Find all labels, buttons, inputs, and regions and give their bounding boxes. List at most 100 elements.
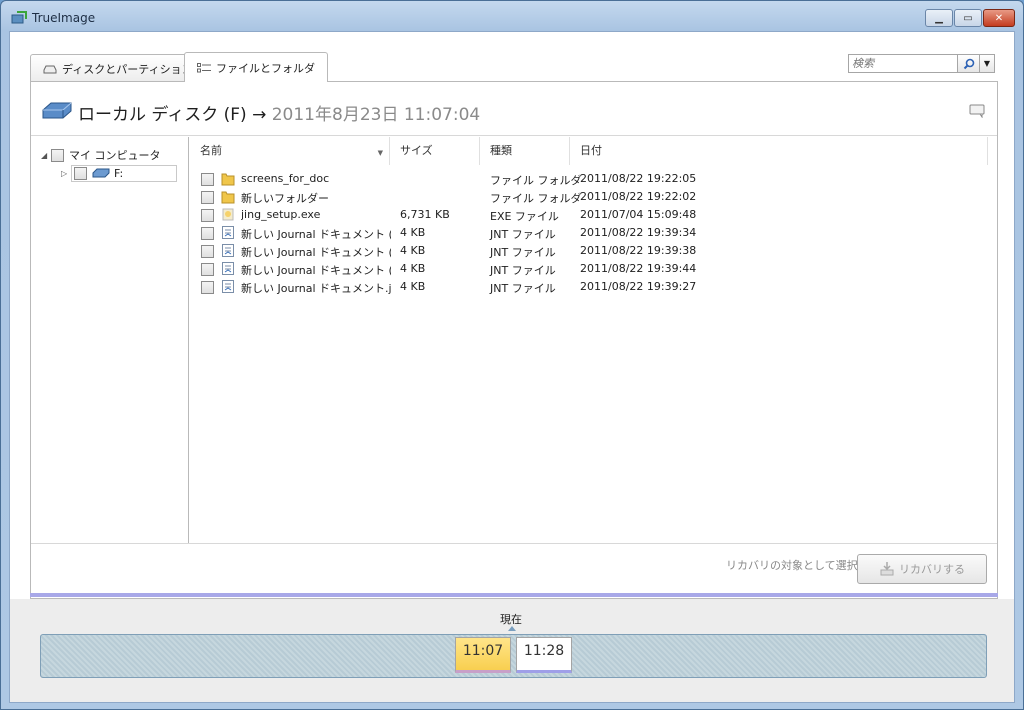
column-label: サイズ <box>400 144 433 157</box>
file-type: ファイル フォルダ <box>490 192 582 205</box>
folder-tree: ◢ マイ コンピュータ ▷ F: <box>31 137 189 543</box>
client-area: ディスクとパーティション ファイルとフォルダ ▼ <box>9 31 1015 703</box>
table-row[interactable]: 新しい Journal ドキュメント (... 4 KB JNT ファイル 2011/… <box>190 224 990 242</box>
location-header: ローカル ディスク (F) → 2011年8月23日 11:07:04 <box>31 82 997 136</box>
row-checkbox[interactable] <box>201 173 214 186</box>
app-window: TrueImage ▁ ▭ ✕ ディスクとパーティション ファイルとフォルダ 検… <box>0 0 1024 710</box>
tree-item-label: F: <box>114 166 124 180</box>
row-checkbox[interactable] <box>201 263 214 276</box>
journal-icon <box>221 243 235 258</box>
trueimage-app-icon <box>11 11 27 24</box>
window-title: TrueImage <box>32 11 96 25</box>
now-marker-icon <box>508 626 516 631</box>
table-row[interactable]: screens_for_doc ファイル フォルダ 2011/08/22 19:22… <box>190 170 990 188</box>
title-bar[interactable]: TrueImage ▁ ▭ ✕ <box>1 1 1023 31</box>
tab-disks-partitions[interactable]: ディスクとパーティション <box>30 54 206 82</box>
column-header-date[interactable]: 日付 <box>570 137 988 165</box>
close-icon: ✕ <box>994 12 1004 24</box>
file-size: 6,731 KB <box>400 208 450 221</box>
file-name: jing_setup.exe <box>241 208 321 221</box>
chevron-down-icon: ▼ <box>983 59 991 68</box>
timeline-bar[interactable]: 11:07 11:28 <box>40 634 987 678</box>
column-label: 種類 <box>490 144 512 157</box>
file-list-tab-icon <box>197 62 211 72</box>
search-input[interactable] <box>848 54 958 73</box>
location-path: ローカル ディスク (F) → 2011年8月23日 11:07:04 <box>78 100 480 125</box>
tab-label: ディスクとパーティション <box>62 62 193 76</box>
timeline-slot-selected[interactable]: 11:07 <box>455 637 511 673</box>
file-size: 4 KB <box>400 280 426 293</box>
file-name: 新しい Journal ドキュメント (... <box>241 246 391 259</box>
journal-icon <box>221 225 235 240</box>
column-header-type[interactable]: 種類 <box>480 137 570 165</box>
browse-panel: ローカル ディスク (F) → 2011年8月23日 11:07:04 ◢ マイ… <box>30 81 998 599</box>
now-label: 現在 <box>500 613 522 626</box>
table-row[interactable]: 新しい Journal ドキュメント (... 4 KB JNT ファイル 2011/… <box>190 260 990 278</box>
tab-files-folders[interactable]: ファイルとフォルダ <box>184 52 328 82</box>
drive-icon <box>92 168 110 178</box>
collapsed-arrow-icon[interactable]: ▷ <box>61 169 71 178</box>
drive-f-selection[interactable]: F: <box>71 164 177 182</box>
my-computer-checkbox[interactable] <box>51 148 64 162</box>
file-name: 新しい Journal ドキュメント (... <box>241 264 391 277</box>
tree-item-my-computer[interactable]: ◢ マイ コンピュータ <box>41 147 161 163</box>
tree-item-label: マイ コンピュータ <box>69 149 161 162</box>
table-row[interactable]: 新しい Journal ドキュメント (... 4 KB JNT ファイル 2011/… <box>190 242 990 260</box>
row-checkbox[interactable] <box>201 209 214 222</box>
timeline-slot[interactable]: 11:28 <box>516 637 572 673</box>
file-date: 2011/07/04 15:09:48 <box>580 208 697 221</box>
row-checkbox[interactable] <box>201 227 214 240</box>
column-header-name[interactable]: 名前 ▼ <box>190 137 390 165</box>
comment-icon[interactable] <box>969 104 985 118</box>
table-row[interactable]: 新しい Journal ドキュメント.jnt 4 KB JNT ファイル 2011/0… <box>190 278 990 296</box>
tab-label: ファイルとフォルダ <box>216 61 315 75</box>
sort-descending-icon: ▼ <box>377 149 383 157</box>
file-name: 新しい Journal ドキュメント.jnt <box>241 282 391 295</box>
close-button[interactable]: ✕ <box>983 9 1015 27</box>
search-options-dropdown[interactable]: ▼ <box>980 54 995 73</box>
file-date: 2011/08/22 19:39:34 <box>580 226 697 239</box>
row-checkbox[interactable] <box>201 191 214 204</box>
journal-icon <box>221 279 235 294</box>
recovery-footer: リカバリの対象として選択: リカバリする <box>31 543 997 598</box>
exe-icon <box>221 207 235 222</box>
file-type: JNT ファイル <box>490 264 556 277</box>
expanded-arrow-icon[interactable]: ◢ <box>41 151 51 160</box>
table-row[interactable]: jing_setup.exe 6,731 KB EXE ファイル 2011/07/04… <box>190 206 990 224</box>
column-label: 日付 <box>580 144 602 157</box>
file-list: 名前 ▼ サイズ 種類 日付 screens_for_doc ファイル フォルダ 2… <box>190 137 997 543</box>
local-disk-icon <box>42 102 72 119</box>
file-date: 2011/08/22 19:39:44 <box>580 262 697 275</box>
search-box: ▼ <box>848 54 995 73</box>
backup-date: 2011年8月23日 11:07:04 <box>271 105 481 125</box>
file-name: screens_for_doc <box>241 172 330 185</box>
column-header-size[interactable]: サイズ <box>390 137 480 165</box>
row-checkbox[interactable] <box>201 245 214 258</box>
tree-item-drive-f[interactable]: ▷ F: <box>61 164 177 182</box>
file-name: 新しいフォルダー <box>241 192 329 205</box>
file-date: 2011/08/22 19:22:05 <box>580 172 697 185</box>
minimize-icon: ▁ <box>935 12 943 24</box>
recover-icon <box>880 562 894 576</box>
file-name: 新しい Journal ドキュメント (... <box>241 228 391 241</box>
file-type: JNT ファイル <box>490 246 556 259</box>
recover-button-label: リカバリする <box>899 563 965 576</box>
select-for-recovery-label: リカバリの対象として選択: <box>726 559 862 572</box>
disk-name: ローカル ディスク (F) <box>78 105 247 125</box>
panel-accent-line <box>30 593 998 597</box>
timeline-area: 現在 11:07 11:28 <box>10 599 1014 702</box>
maximize-button[interactable]: ▭ <box>954 9 982 27</box>
maximize-icon: ▭ <box>963 12 973 24</box>
row-checkbox[interactable] <box>201 281 214 294</box>
column-label: 名前 <box>200 144 222 157</box>
file-size: 4 KB <box>400 226 426 239</box>
window-controls: ▁ ▭ ✕ <box>924 9 1015 27</box>
table-row[interactable]: 新しいフォルダー ファイル フォルダ 2011/08/22 19:22:02 <box>190 188 990 206</box>
file-type: EXE ファイル <box>490 210 559 223</box>
file-size: 4 KB <box>400 244 426 257</box>
file-type: JNT ファイル <box>490 282 556 295</box>
drive-f-checkbox[interactable] <box>74 166 87 180</box>
recover-button[interactable]: リカバリする <box>857 554 987 584</box>
minimize-button[interactable]: ▁ <box>925 9 953 27</box>
search-button[interactable] <box>958 54 980 73</box>
